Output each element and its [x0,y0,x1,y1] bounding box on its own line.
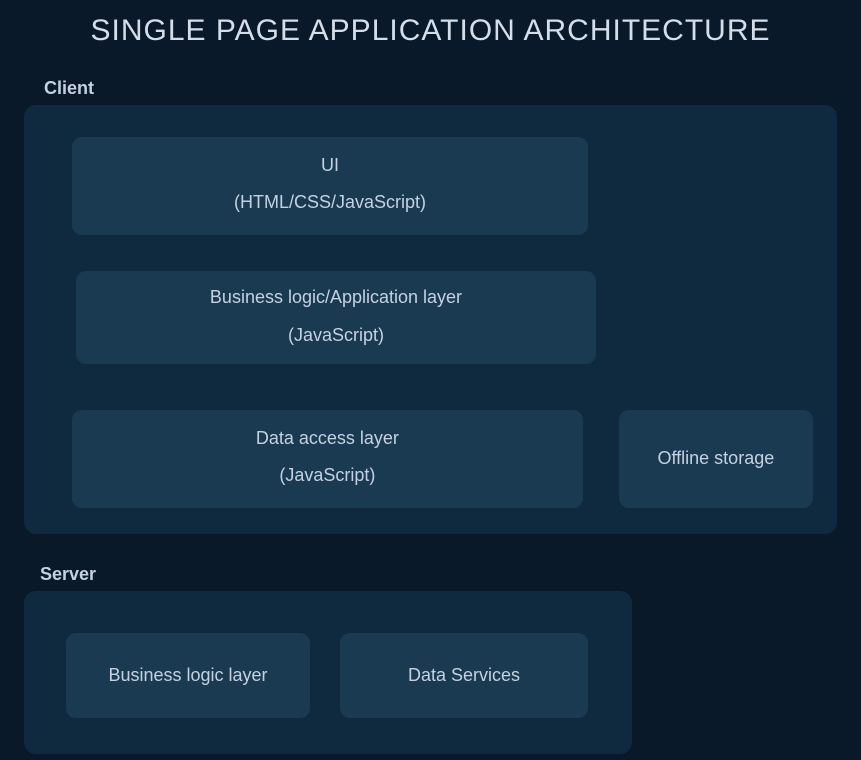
server-business-logic-label: Business logic layer [108,663,267,688]
business-logic-box: Business logic/Application layer (JavaSc… [76,271,596,363]
diagram-title: SINGLE PAGE APPLICATION ARCHITECTURE [24,0,837,78]
client-container: UI (HTML/CSS/JavaScript) Business logic/… [24,105,837,534]
server-business-logic-box: Business logic layer [66,633,310,718]
ui-layer-title: UI [92,153,568,178]
offline-storage-label: Offline storage [657,446,774,471]
server-data-services-box: Data Services [340,633,588,718]
ui-layer-box: UI (HTML/CSS/JavaScript) [72,137,588,235]
server-container: Business logic layer Data Services [24,591,632,754]
client-label: Client [44,78,837,99]
offline-storage-box: Offline storage [619,410,813,508]
data-access-tech: (JavaScript) [92,463,563,488]
business-logic-title: Business logic/Application layer [96,285,576,310]
data-access-box: Data access layer (JavaScript) [72,410,583,508]
server-label: Server [40,564,837,585]
server-data-services-label: Data Services [408,663,520,688]
business-logic-tech: (JavaScript) [96,323,576,348]
data-access-title: Data access layer [92,426,563,451]
ui-layer-tech: (HTML/CSS/JavaScript) [92,190,568,215]
